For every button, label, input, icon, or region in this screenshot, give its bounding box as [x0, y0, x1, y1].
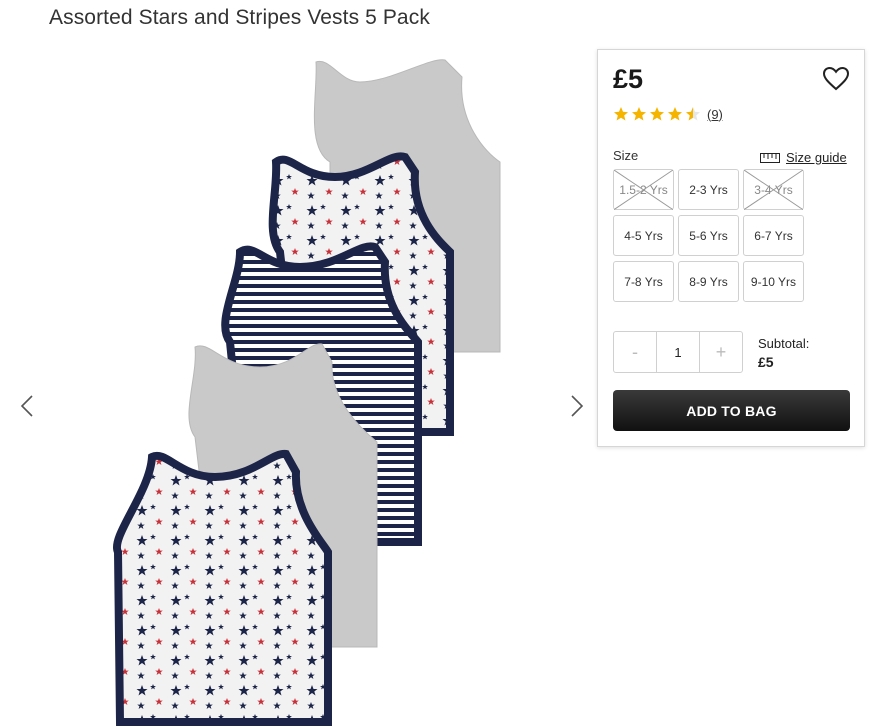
size-option[interactable]: 2-3 Yrs [678, 169, 739, 210]
wishlist-button[interactable] [822, 66, 850, 92]
unavailable-cross-icon [744, 170, 803, 210]
size-option-label: 9-10 Yrs [750, 274, 797, 289]
size-option-label: 2-3 Yrs [689, 182, 728, 197]
quantity-decrease-button[interactable]: - [614, 332, 656, 372]
purchase-panel: £5 (9) Size Size guide 1.5-2 Yrs 2-3 Yrs [597, 49, 865, 447]
star-icon [614, 107, 628, 121]
unavailable-cross-icon [614, 170, 673, 210]
size-option: 1.5-2 Yrs [613, 169, 674, 210]
size-options: 1.5-2 Yrs 2-3 Yrs 3-4 Yrs 4-5 Yrs 5-6 Yr… [613, 169, 805, 302]
product-title: Assorted Stars and Stripes Vests 5 Pack [49, 6, 430, 29]
size-option-label: 5-6 Yrs [689, 228, 728, 243]
chevron-left-icon [20, 395, 33, 417]
size-option[interactable]: 5-6 Yrs [678, 215, 739, 256]
ruler-icon [760, 152, 780, 163]
gallery-prev-button[interactable] [16, 390, 40, 422]
size-option[interactable]: 4-5 Yrs [613, 215, 674, 256]
size-option-label: 6-7 Yrs [754, 228, 793, 243]
subtotal-label: Subtotal: [758, 336, 810, 351]
star-icon [668, 107, 682, 121]
size-option[interactable]: 8-9 Yrs [678, 261, 739, 302]
heart-outline-icon [822, 66, 850, 91]
star-rating: (9) [613, 106, 723, 122]
chevron-right-icon [571, 395, 584, 417]
review-count-link[interactable]: (9) [707, 107, 723, 122]
size-option[interactable]: 6-7 Yrs [743, 215, 804, 256]
product-image [112, 59, 501, 726]
size-option: 3-4 Yrs [743, 169, 804, 210]
size-option-label: 8-9 Yrs [689, 274, 728, 289]
size-guide-label: Size guide [786, 150, 847, 165]
size-option-label: 4-5 Yrs [624, 228, 663, 243]
size-option-label: 7-8 Yrs [624, 274, 663, 289]
add-to-bag-button[interactable]: ADD TO BAG [613, 390, 850, 431]
quantity-stepper: - 1 + [613, 331, 743, 373]
subtotal-value: £5 [758, 354, 774, 370]
size-label: Size [613, 148, 639, 163]
half-star-icon [686, 107, 700, 121]
size-option[interactable]: 9-10 Yrs [743, 261, 804, 302]
quantity-increase-button[interactable]: + [700, 332, 742, 372]
quantity-value[interactable]: 1 [656, 332, 700, 372]
star-icon [632, 107, 646, 121]
gallery-next-button[interactable] [564, 390, 588, 422]
star-icon [650, 107, 664, 121]
size-option[interactable]: 7-8 Yrs [613, 261, 674, 302]
size-guide-link[interactable]: Size guide [760, 150, 847, 165]
product-gallery [0, 40, 590, 727]
price: £5 [613, 64, 644, 94]
